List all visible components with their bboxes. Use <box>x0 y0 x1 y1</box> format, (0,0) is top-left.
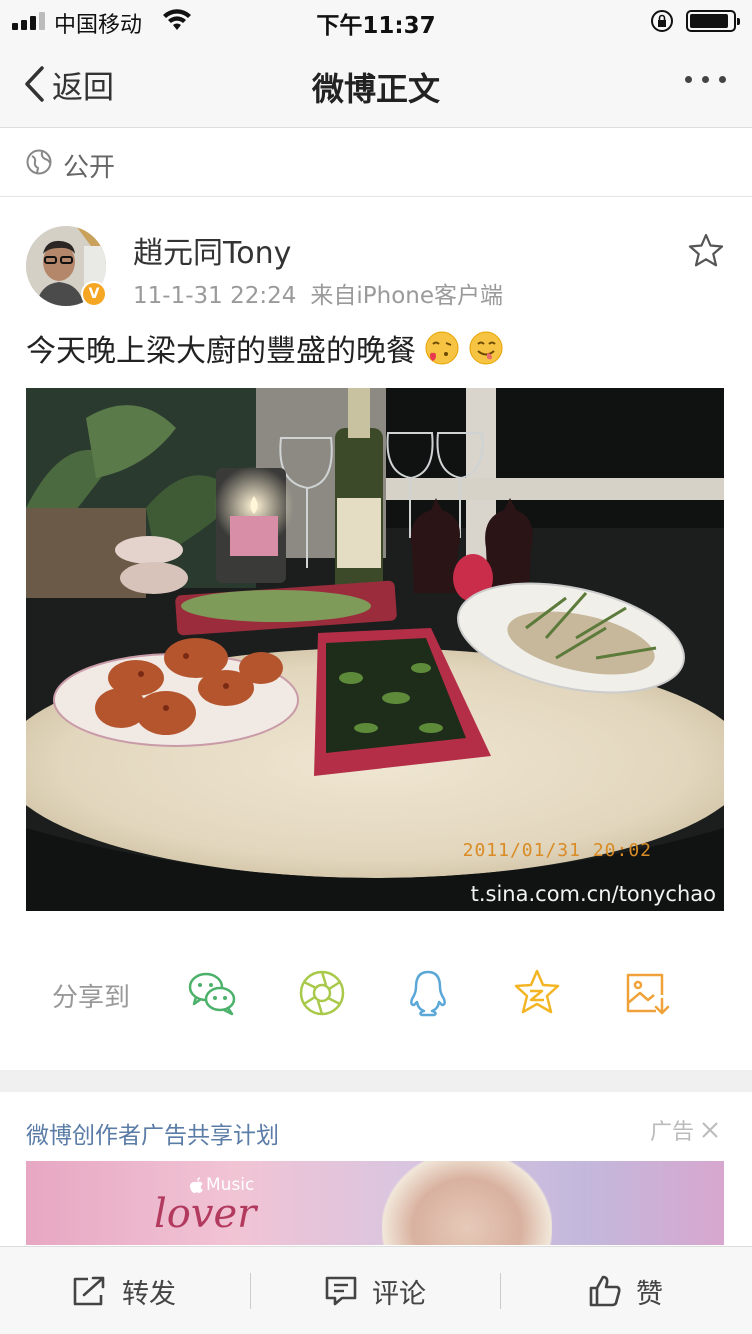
qzone-icon[interactable] <box>511 967 563 1019</box>
author-name[interactable]: 趙元同Tony <box>133 228 291 272</box>
photo-watermark: t.sina.com.cn/tonychao <box>470 882 716 906</box>
globe-icon <box>26 149 52 175</box>
repost-icon <box>73 1276 105 1306</box>
comment-icon <box>325 1276 357 1306</box>
ad-banner[interactable]: Music lover <box>26 1161 724 1245</box>
nav-bar: 返回 微博正文 <box>0 40 752 128</box>
toolbar-divider <box>500 1273 501 1309</box>
photo-date-stamp: 2011/01/31 20:02 <box>462 840 652 861</box>
dinner-photo-image <box>26 388 724 911</box>
ad-close-button[interactable]: 广告 <box>650 1114 720 1146</box>
post-text-content: 今天晚上梁大廚的豐盛的晚餐 <box>26 334 416 369</box>
status-time: 下午11:37 <box>316 13 436 39</box>
thumbs-up-icon <box>589 1275 621 1307</box>
like-label: 赞 <box>636 1278 663 1310</box>
close-icon <box>702 1122 718 1138</box>
dot-icon <box>719 76 726 83</box>
comment-label: 评论 <box>372 1278 426 1310</box>
bottom-toolbar: 转发 评论 赞 <box>0 1246 752 1334</box>
share-row: 分享到 <box>0 955 752 1035</box>
moments-icon[interactable] <box>296 967 348 1019</box>
dot-icon <box>702 76 709 83</box>
visibility-row: 公开 <box>0 129 752 197</box>
qq-icon[interactable] <box>402 967 454 1019</box>
yum-face-emoji-icon <box>469 331 503 365</box>
rotation-lock-icon <box>651 10 673 32</box>
ad-tag-label: 广告 <box>649 1120 694 1145</box>
post-text: 今天晚上梁大廚的豐盛的晚餐 <box>26 326 504 370</box>
repost-button[interactable]: 转发 <box>72 1247 176 1334</box>
page-title: 微博正文 <box>311 70 440 108</box>
post-timestamp: 11-1-31 22:24 <box>133 283 297 309</box>
section-divider <box>0 1070 752 1092</box>
ad-album-title: lover <box>154 1191 257 1237</box>
favorite-star-icon[interactable] <box>688 233 724 267</box>
post-meta: 11-1-31 22:24 来自iPhone客户端 <box>133 276 503 310</box>
ad-program-link[interactable]: 微博创作者广告共享计划 <box>26 1116 279 1150</box>
dot-icon <box>685 76 692 83</box>
repost-label: 转发 <box>122 1278 176 1310</box>
blowing-kiss-emoji-icon <box>425 331 459 365</box>
comment-button[interactable]: 评论 <box>324 1247 426 1334</box>
more-options-button[interactable] <box>685 76 726 83</box>
like-button[interactable]: 赞 <box>588 1247 663 1334</box>
share-label: 分享到 <box>52 983 131 1013</box>
wechat-icon[interactable] <box>186 967 238 1019</box>
verified-badge-icon: V <box>81 281 107 307</box>
save-image-icon[interactable] <box>620 967 672 1019</box>
post-photo[interactable]: 2011/01/31 20:02 t.sina.com.cn/tonychao <box>26 388 724 911</box>
battery-icon <box>686 10 740 32</box>
post-source: 来自iPhone客户端 <box>310 283 503 309</box>
visibility-label: 公开 <box>63 153 116 183</box>
status-bar: 中国移动 下午11:37 <box>0 0 752 40</box>
ad-portrait-image <box>382 1161 552 1245</box>
toolbar-divider <box>250 1273 251 1309</box>
